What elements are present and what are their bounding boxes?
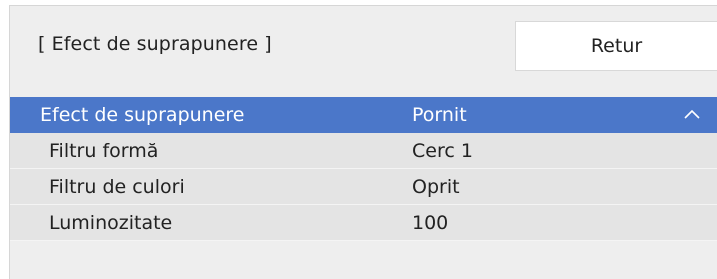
setting-label: Efect de suprapunere	[40, 104, 245, 126]
settings-row-shape-filter[interactable]: Filtru formă Cerc 1	[10, 133, 717, 169]
back-button[interactable]: Retur	[515, 21, 717, 71]
settings-list: Efect de suprapunere Pornit Filtru formă…	[10, 97, 717, 241]
setting-label: Luminozitate	[49, 211, 173, 234]
settings-row-overlay-effect[interactable]: Efect de suprapunere Pornit	[10, 97, 717, 133]
setting-label: Filtru formă	[49, 139, 159, 162]
setting-value: Cerc 1	[412, 139, 473, 162]
setting-value: 100	[412, 211, 449, 234]
settings-panel: [ Efect de suprapunere ] Retur Efect de …	[9, 5, 717, 279]
settings-row-brightness[interactable]: Luminozitate 100	[10, 205, 717, 241]
setting-value: Oprit	[412, 175, 460, 198]
setting-value: Pornit	[412, 104, 467, 126]
setting-label: Filtru de culori	[49, 175, 185, 198]
chevron-up-icon[interactable]	[684, 107, 700, 121]
settings-row-color-filter[interactable]: Filtru de culori Oprit	[10, 169, 717, 205]
page-title: [ Efect de suprapunere ]	[38, 33, 272, 55]
